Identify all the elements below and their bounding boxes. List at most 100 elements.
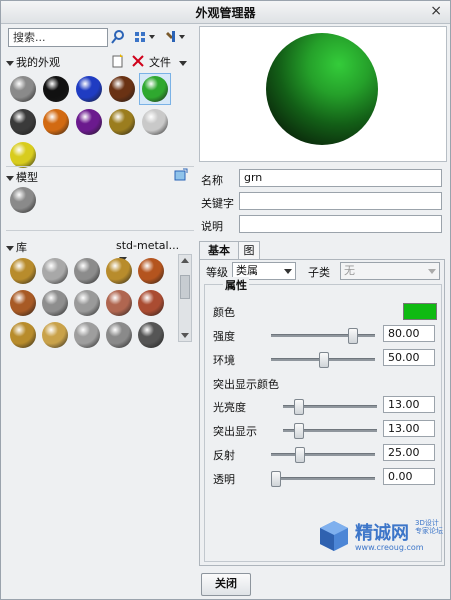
appearance-swatch[interactable]: [10, 109, 36, 135]
chevron-down-icon: [284, 269, 292, 274]
slider-knob[interactable]: [271, 471, 281, 487]
slider-knob[interactable]: [295, 447, 305, 463]
slider-knob[interactable]: [319, 352, 329, 368]
view-options-icon[interactable]: [134, 30, 158, 44]
search-icon[interactable]: [110, 29, 126, 45]
class-select-value: 类属: [236, 264, 258, 277]
appearance-swatch[interactable]: [106, 258, 132, 284]
divider: [6, 166, 194, 167]
file-menu-label: 文件: [149, 56, 171, 69]
appearance-swatch[interactable]: [74, 322, 100, 348]
scroll-down-icon[interactable]: [181, 333, 189, 338]
appearance-swatch[interactable]: [106, 290, 132, 316]
scroll-thumb[interactable]: [180, 275, 190, 299]
appearance-swatch[interactable]: [10, 258, 36, 284]
model-label: 模型: [16, 171, 38, 184]
appearance-swatch[interactable]: [42, 258, 68, 284]
library-scrollbar[interactable]: [178, 254, 192, 342]
appearance-swatch[interactable]: [10, 290, 36, 316]
slider-knob[interactable]: [294, 399, 305, 415]
collapse-triangle-icon[interactable]: [6, 175, 14, 181]
scroll-up-icon[interactable]: [181, 258, 189, 263]
chevron-down-icon: [428, 269, 436, 274]
transparency-label: 透明: [213, 473, 235, 486]
appearance-swatch[interactable]: [109, 76, 135, 102]
intensity-value[interactable]: 80.00: [383, 325, 435, 342]
subclass-select-value: 无: [344, 264, 355, 277]
reflection-value[interactable]: 25.00: [383, 444, 435, 461]
slider-track[interactable]: [271, 453, 375, 456]
name-field[interactable]: grn: [239, 169, 442, 187]
tools-icon[interactable]: [164, 30, 188, 44]
slider-track[interactable]: [271, 477, 375, 480]
right-pane: 名称 grn 关键字 说明 基本 图 等级 类属 子类 无 属性 颜色 强度 8…: [199, 26, 447, 566]
appearance-swatch[interactable]: [76, 109, 102, 135]
watermark-tag: 3D设计 专家论坛: [415, 519, 443, 535]
slider-knob[interactable]: [347, 328, 358, 344]
keywords-field[interactable]: [239, 192, 442, 210]
appearance-swatch[interactable]: [142, 76, 168, 102]
highlight-value[interactable]: 13.00: [383, 420, 435, 437]
appearance-swatch[interactable]: [10, 322, 36, 348]
watermark-tag-line2: 专家论坛: [415, 527, 443, 535]
color-swatch[interactable]: [403, 303, 437, 320]
divider: [6, 230, 194, 231]
appearance-swatch[interactable]: [10, 76, 36, 102]
reflection-label: 反射: [213, 449, 235, 462]
appearance-swatch[interactable]: [109, 109, 135, 135]
appearance-swatch[interactable]: [42, 290, 68, 316]
cube-logo-icon: [320, 521, 348, 551]
appearance-swatch[interactable]: [43, 109, 69, 135]
tab-basic[interactable]: 基本: [199, 241, 239, 260]
appearance-swatch[interactable]: [76, 76, 102, 102]
library-label: 库: [16, 241, 27, 254]
new-appearance-icon[interactable]: [112, 54, 124, 68]
highlight-color-label: 突出显示颜色: [213, 378, 279, 391]
collapse-triangle-icon[interactable]: [6, 60, 14, 66]
file-menu-button[interactable]: 文件: [149, 54, 189, 70]
library-header[interactable]: 库: [6, 239, 27, 255]
appearance-swatch[interactable]: [10, 187, 36, 213]
watermark: 精诚网 3D设计 专家论坛 www.creoug.com: [317, 511, 447, 571]
search-input[interactable]: 搜索...: [8, 28, 108, 47]
highlight-label: 突出显示: [213, 425, 257, 438]
appearance-swatch[interactable]: [42, 322, 68, 348]
subclass-select[interactable]: 无: [340, 262, 440, 280]
title-bar: 外观管理器 ×: [1, 1, 450, 24]
color-label: 颜色: [213, 306, 235, 319]
appearance-swatch[interactable]: [138, 322, 164, 348]
collapse-triangle-icon[interactable]: [6, 245, 14, 251]
name-label: 名称: [201, 174, 223, 187]
description-label: 说明: [201, 220, 223, 233]
ambient-value[interactable]: 50.00: [383, 349, 435, 366]
appearance-manager-window: 外观管理器 × 搜索... 我的外观 文件 模型 库 std-metal... …: [0, 0, 451, 600]
watermark-tag-line1: 3D设计: [415, 519, 439, 527]
close-button[interactable]: 关闭: [201, 573, 251, 596]
slider-track[interactable]: [271, 334, 375, 337]
shine-value[interactable]: 13.00: [383, 396, 435, 413]
intensity-label: 强度: [213, 330, 235, 343]
model-pick-icon[interactable]: [174, 168, 188, 182]
appearance-swatch[interactable]: [10, 142, 36, 168]
slider-knob[interactable]: [294, 423, 305, 439]
close-icon[interactable]: ×: [430, 3, 442, 19]
library-dropdown-value: std-metal...: [116, 239, 180, 252]
appearance-swatch[interactable]: [43, 76, 69, 102]
description-field[interactable]: [239, 215, 442, 233]
appearance-swatch[interactable]: [142, 109, 168, 135]
watermark-name: 精诚网: [355, 523, 409, 544]
appearance-swatch[interactable]: [106, 322, 132, 348]
subclass-label: 子类: [308, 266, 330, 279]
tab-map[interactable]: 图: [238, 241, 260, 260]
appearance-swatch[interactable]: [74, 290, 100, 316]
model-header[interactable]: 模型: [6, 169, 38, 185]
transparency-value[interactable]: 0.00: [383, 468, 435, 485]
appearance-swatch[interactable]: [74, 258, 100, 284]
shine-label: 光亮度: [213, 401, 246, 414]
keywords-label: 关键字: [201, 197, 234, 210]
watermark-url: www.creoug.com: [355, 543, 424, 552]
my-appearances-header[interactable]: 我的外观: [6, 54, 60, 70]
appearance-swatch[interactable]: [138, 290, 164, 316]
delete-icon[interactable]: [132, 55, 144, 67]
appearance-swatch[interactable]: [138, 258, 164, 284]
